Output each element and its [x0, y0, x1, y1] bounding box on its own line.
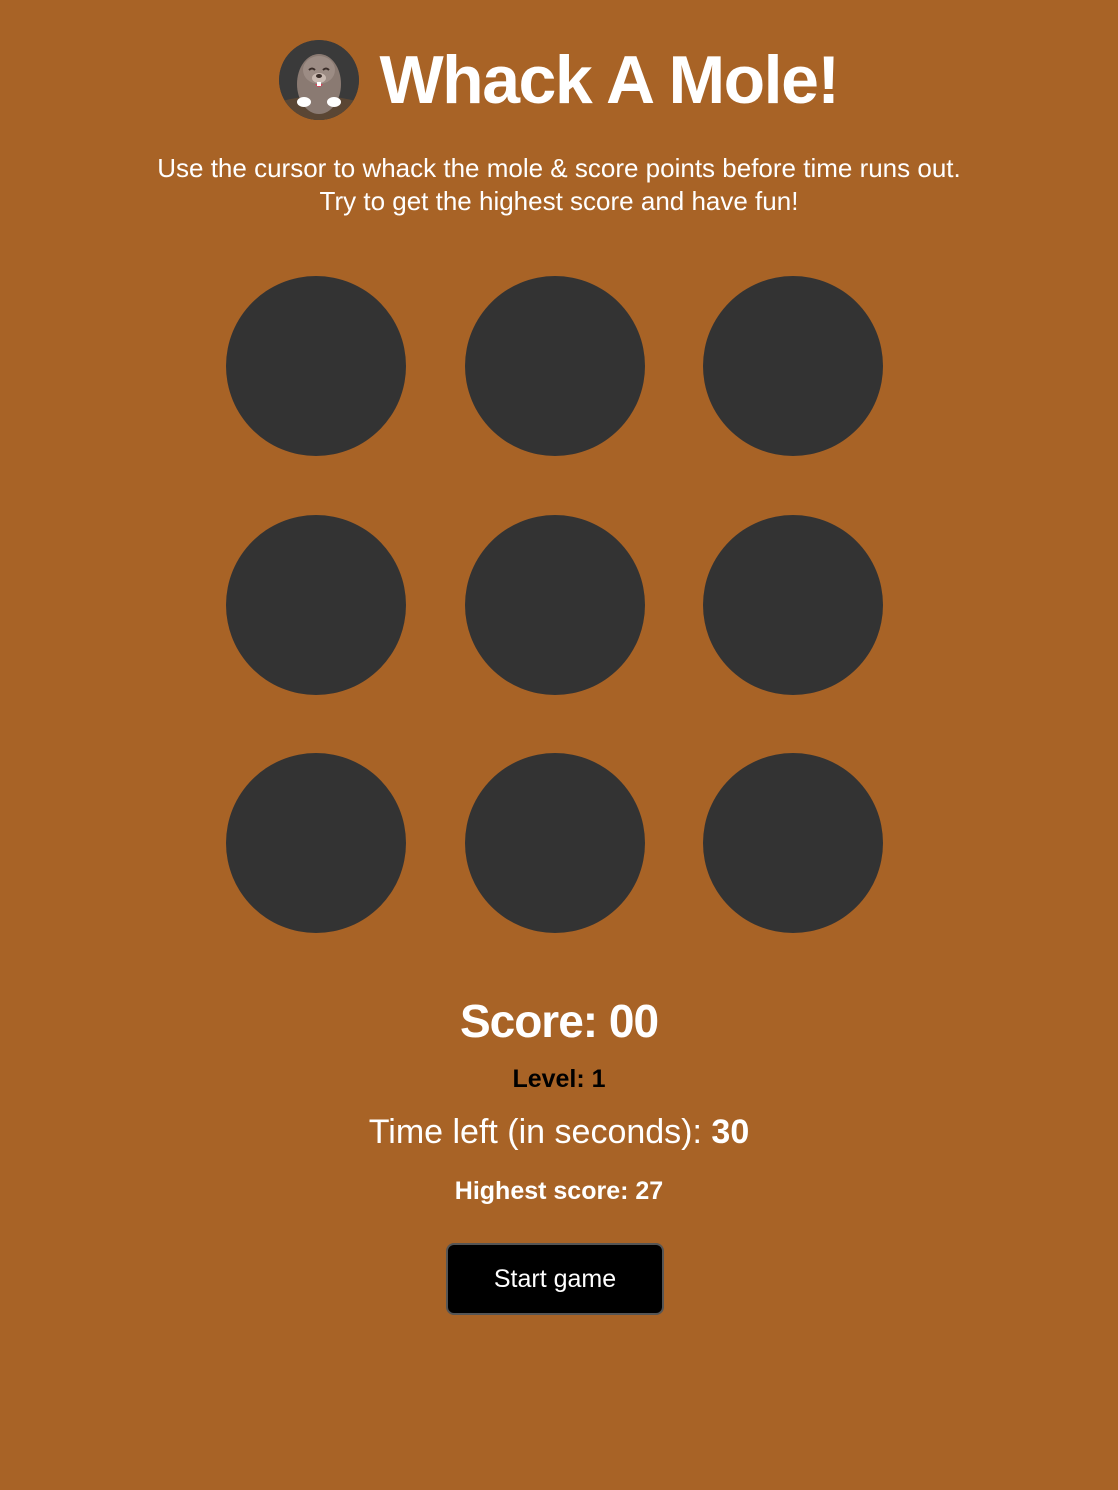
time-left-label: Time left (in seconds): [368, 1113, 702, 1151]
time-left-display: Time left (in seconds): 30 [0, 1111, 1118, 1153]
instructions: Use the cursor to whack the mole & score… [0, 152, 1118, 218]
mole-hole-2[interactable] [464, 276, 645, 456]
level-value: 1 [591, 1065, 606, 1093]
page-header: Whack A Mole! [0, 40, 1118, 120]
mole-hole-7[interactable] [226, 753, 406, 933]
mole-hole-5[interactable] [464, 514, 645, 695]
mole-hole-4[interactable] [226, 514, 406, 695]
score-display: Score: 00 [0, 994, 1118, 1048]
level-display: Level: 1 [0, 1064, 1118, 1094]
score-label: Score: [459, 995, 598, 1047]
mole-hole-6[interactable] [703, 514, 883, 695]
instructions-line-2: Try to get the highest score and have fu… [319, 186, 799, 216]
mole-hole-9[interactable] [703, 753, 883, 933]
time-left-value: 30 [711, 1113, 750, 1151]
game-board [226, 276, 883, 933]
score-value: 00 [608, 995, 659, 1047]
mole-hole-1[interactable] [226, 276, 406, 456]
start-game-button[interactable]: Start game [446, 1243, 664, 1315]
mole-hole-3[interactable] [703, 276, 883, 456]
instructions-line-1: Use the cursor to whack the mole & score… [157, 153, 961, 183]
highest-score-label: Highest score: [454, 1177, 629, 1205]
highest-score-value: 27 [635, 1177, 664, 1205]
page-title: Whack A Mole! [379, 42, 840, 118]
highest-score-display: Highest score: 27 [0, 1175, 1118, 1207]
mole-icon [279, 40, 360, 120]
level-label: Level: [512, 1065, 585, 1093]
mole-hole-8[interactable] [464, 753, 645, 933]
